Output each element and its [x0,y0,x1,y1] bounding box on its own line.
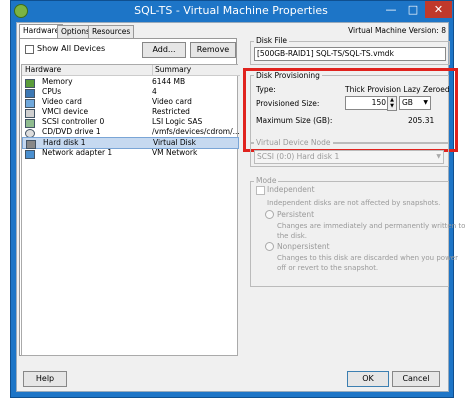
row-name: VMCI device [42,107,89,116]
persistent-description-line2: the disk. [277,232,308,240]
add-button[interactable]: Add... [142,42,186,58]
row-summary: /vmfs/devices/cdrom/... [152,127,240,136]
minimize-button[interactable]: — [381,1,401,18]
table-row[interactable]: CPUs 4 [22,87,237,98]
tab-resources[interactable]: Resources [88,25,135,38]
row-name: Hard disk 1 [43,138,86,147]
ok-button[interactable]: OK [347,371,389,387]
disk-file-group-label: Disk File [254,36,290,45]
row-summary: Virtual Disk [153,138,197,147]
column-header-hardware[interactable]: Hardware [22,65,152,76]
nonpersistent-label: Nonpersistent [277,242,330,251]
close-button[interactable]: ✕ [425,1,452,18]
disk-file-field[interactable]: [500GB-RAID1] SQL-TS/SQL-TS.vmdk [254,47,446,61]
network-adapter-icon [25,149,35,159]
nonpersistent-radio[interactable] [265,242,274,251]
row-summary: Video card [152,97,192,106]
row-summary: LSI Logic SAS [152,117,203,126]
row-name: SCSI controller 0 [42,117,105,126]
persistent-radio[interactable] [265,210,274,219]
independent-description: Independent disks are not affected by sn… [267,199,441,207]
row-name: Network adapter 1 [42,148,113,157]
row-summary: 4 [152,87,157,96]
help-button[interactable]: Help [23,371,67,387]
table-row[interactable]: SCSI controller 0 LSI Logic SAS [22,117,237,128]
independent-label: Independent [267,185,315,194]
cancel-button[interactable]: Cancel [392,371,440,387]
nonpersistent-description-line2: off or revert to the snapshot. [277,264,379,272]
row-summary: 6144 MB [152,77,186,86]
hardware-table: Hardware Summary Memory 6144 MB CPUs 4 V… [21,64,240,356]
table-row[interactable]: VMCI device Restricted [22,107,237,118]
remove-button[interactable]: Remove [190,42,236,58]
persistent-label: Persistent [277,210,315,219]
persistent-description-line1: Changes are immediately and permanently … [277,222,466,230]
independent-checkbox[interactable] [256,186,265,195]
virtual-device-node-select[interactable]: SCSI (0:0) Hard disk 1 ▼ [254,150,444,164]
row-summary: Restricted [152,107,190,116]
chevron-down-icon: ▼ [436,153,441,160]
virtual-device-node-value: SCSI (0:0) Hard disk 1 [257,152,340,161]
row-name: Memory [42,77,73,86]
show-all-devices-label: Show All Devices [37,44,106,53]
virtual-device-node-label: Virtual Device Node [254,138,333,147]
nonpersistent-description-line1: Changes to this disk are discarded when … [277,254,458,262]
row-name: CD/DVD drive 1 [42,127,101,136]
table-row[interactable]: Network adapter 1 VM Network [22,148,237,159]
show-all-devices-checkbox[interactable] [25,45,34,54]
row-summary: VM Network [152,148,198,157]
column-header-summary[interactable]: Summary [152,65,240,76]
table-row[interactable]: CD/DVD drive 1 /vmfs/devices/cdrom/... [22,127,240,138]
row-name: Video card [42,97,82,106]
mode-group-label: Mode [254,176,279,185]
vm-version-label: Virtual Machine Version: 8 [348,26,446,35]
table-row[interactable]: Video card Video card [22,97,237,108]
maximize-button[interactable]: □ [403,1,423,18]
row-name: CPUs [42,87,62,96]
table-row[interactable]: Memory 6144 MB [22,77,237,88]
